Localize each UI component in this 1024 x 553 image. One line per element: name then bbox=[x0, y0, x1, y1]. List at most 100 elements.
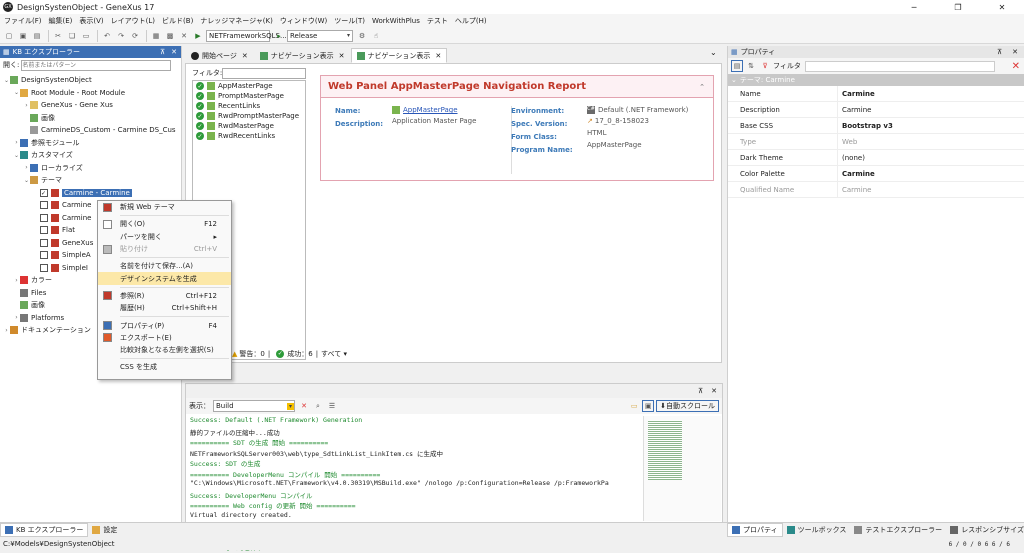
tree-item[interactable]: › 参照モジュール bbox=[0, 137, 182, 150]
properties-filter-input[interactable] bbox=[804, 60, 995, 72]
checkbox-icon[interactable]: ✓ bbox=[40, 188, 48, 197]
close-window-button[interactable]: ✕ bbox=[980, 0, 1024, 14]
property-row[interactable]: Qualified Name Carmine bbox=[728, 181, 1024, 198]
nav-list-item[interactable]: ✓ RecentLinks bbox=[193, 101, 305, 111]
close-tab-icon[interactable]: ✕ bbox=[435, 52, 441, 60]
context-menu-item[interactable]: 名前を付けて保存...(A) bbox=[98, 260, 231, 272]
menu-item-7[interactable]: ツール(T) bbox=[334, 16, 365, 26]
expand-icon[interactable]: ⌄ bbox=[3, 77, 10, 84]
context-menu-item[interactable]: 参照(R) Ctrl+F12 bbox=[98, 290, 231, 302]
tree-item[interactable]: › GeneXus - Gene Xus bbox=[0, 99, 182, 112]
context-menu-item[interactable]: 開く(O) F12 bbox=[98, 218, 231, 230]
context-menu-item[interactable]: 貼り付け Ctrl+V bbox=[98, 243, 231, 255]
clear-output-icon[interactable]: ✕ bbox=[298, 400, 310, 412]
bottom-tab-left-0[interactable]: KB エクスプローラー bbox=[0, 523, 89, 537]
collapse-icon[interactable]: ⌃ bbox=[699, 83, 705, 91]
pin-icon[interactable]: ⊼ bbox=[160, 48, 165, 56]
tab-2[interactable]: ナビゲーション表示 ✕ bbox=[350, 48, 448, 63]
property-row[interactable]: Type Web bbox=[728, 133, 1024, 150]
close-properties-icon[interactable]: ✕ bbox=[1012, 48, 1018, 56]
new-icon[interactable]: ▢ bbox=[3, 30, 15, 42]
tree-item[interactable]: ⌄ DesignSystenObject bbox=[0, 74, 182, 87]
output-show-select[interactable]: Build ▾ bbox=[213, 400, 295, 412]
checkbox-icon[interactable] bbox=[40, 213, 48, 222]
nav-list-item[interactable]: ✓ RwdMasterPage bbox=[193, 121, 305, 131]
context-menu-item[interactable]: デザインシステムを生成 bbox=[98, 272, 231, 285]
configuration-select[interactable]: Release ▾ bbox=[287, 29, 353, 42]
tree-item[interactable]: › ローカライズ bbox=[0, 162, 182, 175]
context-menu-item[interactable]: 比較対象となる左側を選択(S) bbox=[98, 344, 231, 356]
checkbox-icon[interactable] bbox=[40, 226, 48, 235]
bottom-tab-right-1[interactable]: ツールボックス bbox=[783, 523, 851, 537]
expand-icon[interactable]: › bbox=[13, 277, 20, 284]
tab-0[interactable]: 開始ページ ✕ bbox=[185, 48, 254, 63]
hand-icon[interactable]: ☝ bbox=[370, 30, 382, 42]
bottom-tab-right-0[interactable]: プロパティ bbox=[727, 523, 783, 537]
tree-item[interactable]: CarmineDS_Custom - Carmine DS_Cus bbox=[0, 124, 182, 137]
play-icon[interactable]: ▸ bbox=[273, 30, 285, 42]
maximize-button[interactable]: ❐ bbox=[936, 0, 980, 14]
expand-icon[interactable]: › bbox=[23, 102, 30, 109]
property-value[interactable]: Carmine bbox=[838, 106, 871, 114]
nav-list-item[interactable]: ✓ RwdRecentLinks bbox=[193, 131, 305, 141]
property-row[interactable]: Name Carmine bbox=[728, 85, 1024, 102]
property-value[interactable]: Carmine bbox=[838, 186, 871, 194]
menu-item-3[interactable]: レイアウト(L) bbox=[111, 16, 155, 26]
cut-icon[interactable]: ✂ bbox=[52, 30, 64, 42]
property-row[interactable]: Description Carmine bbox=[728, 101, 1024, 118]
tree-item[interactable]: ⌄ テーマ bbox=[0, 174, 182, 187]
folder-icon[interactable]: ▭ bbox=[628, 400, 640, 412]
menu-item-5[interactable]: ナレッジマネージャ(K) bbox=[200, 16, 273, 26]
tree-item[interactable]: 画像 bbox=[0, 112, 182, 125]
close-tab-icon[interactable]: ✕ bbox=[242, 52, 248, 60]
expand-icon[interactable]: ⌄ bbox=[23, 177, 30, 184]
tab-list-chevron-icon[interactable]: ⌄ bbox=[710, 48, 717, 57]
menu-item-4[interactable]: ビルド(B) bbox=[162, 16, 193, 26]
close-output-icon[interactable]: ✕ bbox=[711, 387, 717, 395]
nav-list-item[interactable]: ✓ PromptMasterPage bbox=[193, 91, 305, 101]
checkbox-icon[interactable] bbox=[40, 238, 48, 247]
wrap-icon[interactable]: ☰ bbox=[326, 400, 338, 412]
tree-item[interactable]: ⌄ カスタマイズ bbox=[0, 149, 182, 162]
kb-search-input[interactable] bbox=[21, 59, 172, 71]
context-menu-item[interactable]: 新規 Web テーマ bbox=[98, 201, 231, 213]
nav-list-item[interactable]: ✓ RwdPromptMasterPage bbox=[193, 111, 305, 121]
bottom-tab-left-1[interactable]: 設定 bbox=[88, 523, 121, 537]
tree-item[interactable]: ✓ Carmine - Carmine bbox=[0, 187, 182, 200]
menu-item-10[interactable]: ヘルプ(H) bbox=[455, 16, 487, 26]
tree-item[interactable]: ⌄ Root Module - Root Module bbox=[0, 87, 182, 100]
nav-list-item[interactable]: ✓ AppMasterPage bbox=[193, 81, 305, 91]
paste-icon[interactable]: ▭ bbox=[80, 30, 92, 42]
expand-icon[interactable]: › bbox=[13, 139, 20, 146]
gear-icon[interactable]: ⚙ bbox=[356, 30, 368, 42]
property-value[interactable]: Web bbox=[838, 138, 857, 146]
menu-item-2[interactable]: 表示(V) bbox=[79, 16, 103, 26]
checkbox-icon[interactable] bbox=[40, 251, 48, 260]
minimize-button[interactable]: ─ bbox=[892, 0, 936, 14]
expand-icon[interactable]: › bbox=[13, 314, 20, 321]
pin-properties-icon[interactable]: ⊼ bbox=[997, 48, 1002, 56]
menu-item-9[interactable]: テスト bbox=[427, 16, 448, 26]
tab-1[interactable]: ナビゲーション表示 ✕ bbox=[254, 48, 351, 63]
save-output-icon[interactable]: ▣ bbox=[642, 400, 655, 412]
undo-icon[interactable]: ↶ bbox=[101, 30, 113, 42]
build-all-icon[interactable]: ▩ bbox=[164, 30, 176, 42]
name-value-link[interactable]: AppMasterPage bbox=[403, 106, 458, 114]
close-tab-icon[interactable]: ✕ bbox=[339, 52, 345, 60]
pin-output-icon[interactable]: ⊼ bbox=[698, 387, 703, 395]
expand-icon[interactable]: ⌄ bbox=[13, 152, 20, 159]
build-icon[interactable]: ▦ bbox=[150, 30, 162, 42]
checkbox-icon[interactable] bbox=[40, 263, 48, 272]
autoscroll-button[interactable]: ⬇ 自動スクロール bbox=[656, 400, 719, 412]
context-menu-item[interactable]: プロパティ(P) F4 bbox=[98, 319, 231, 331]
nav-filter-input[interactable] bbox=[222, 67, 306, 79]
property-row[interactable]: Dark Theme (none) bbox=[728, 149, 1024, 166]
all-filter-dropdown[interactable]: すべて ▾ bbox=[321, 349, 347, 359]
context-menu-item[interactable]: 履歴(H) Ctrl+Shift+H bbox=[98, 302, 231, 314]
property-value[interactable]: (none) bbox=[838, 154, 865, 162]
properties-section-header[interactable]: ⌄ テーマ: Carmine bbox=[728, 74, 1024, 86]
menu-item-8[interactable]: WorkWithPlus bbox=[372, 17, 420, 25]
alphabetical-icon[interactable]: ⇅ bbox=[745, 60, 757, 72]
save-all-icon[interactable]: ▤ bbox=[31, 30, 43, 42]
environment-select[interactable]: NETFrameworkSQLS...▾ bbox=[206, 29, 292, 42]
